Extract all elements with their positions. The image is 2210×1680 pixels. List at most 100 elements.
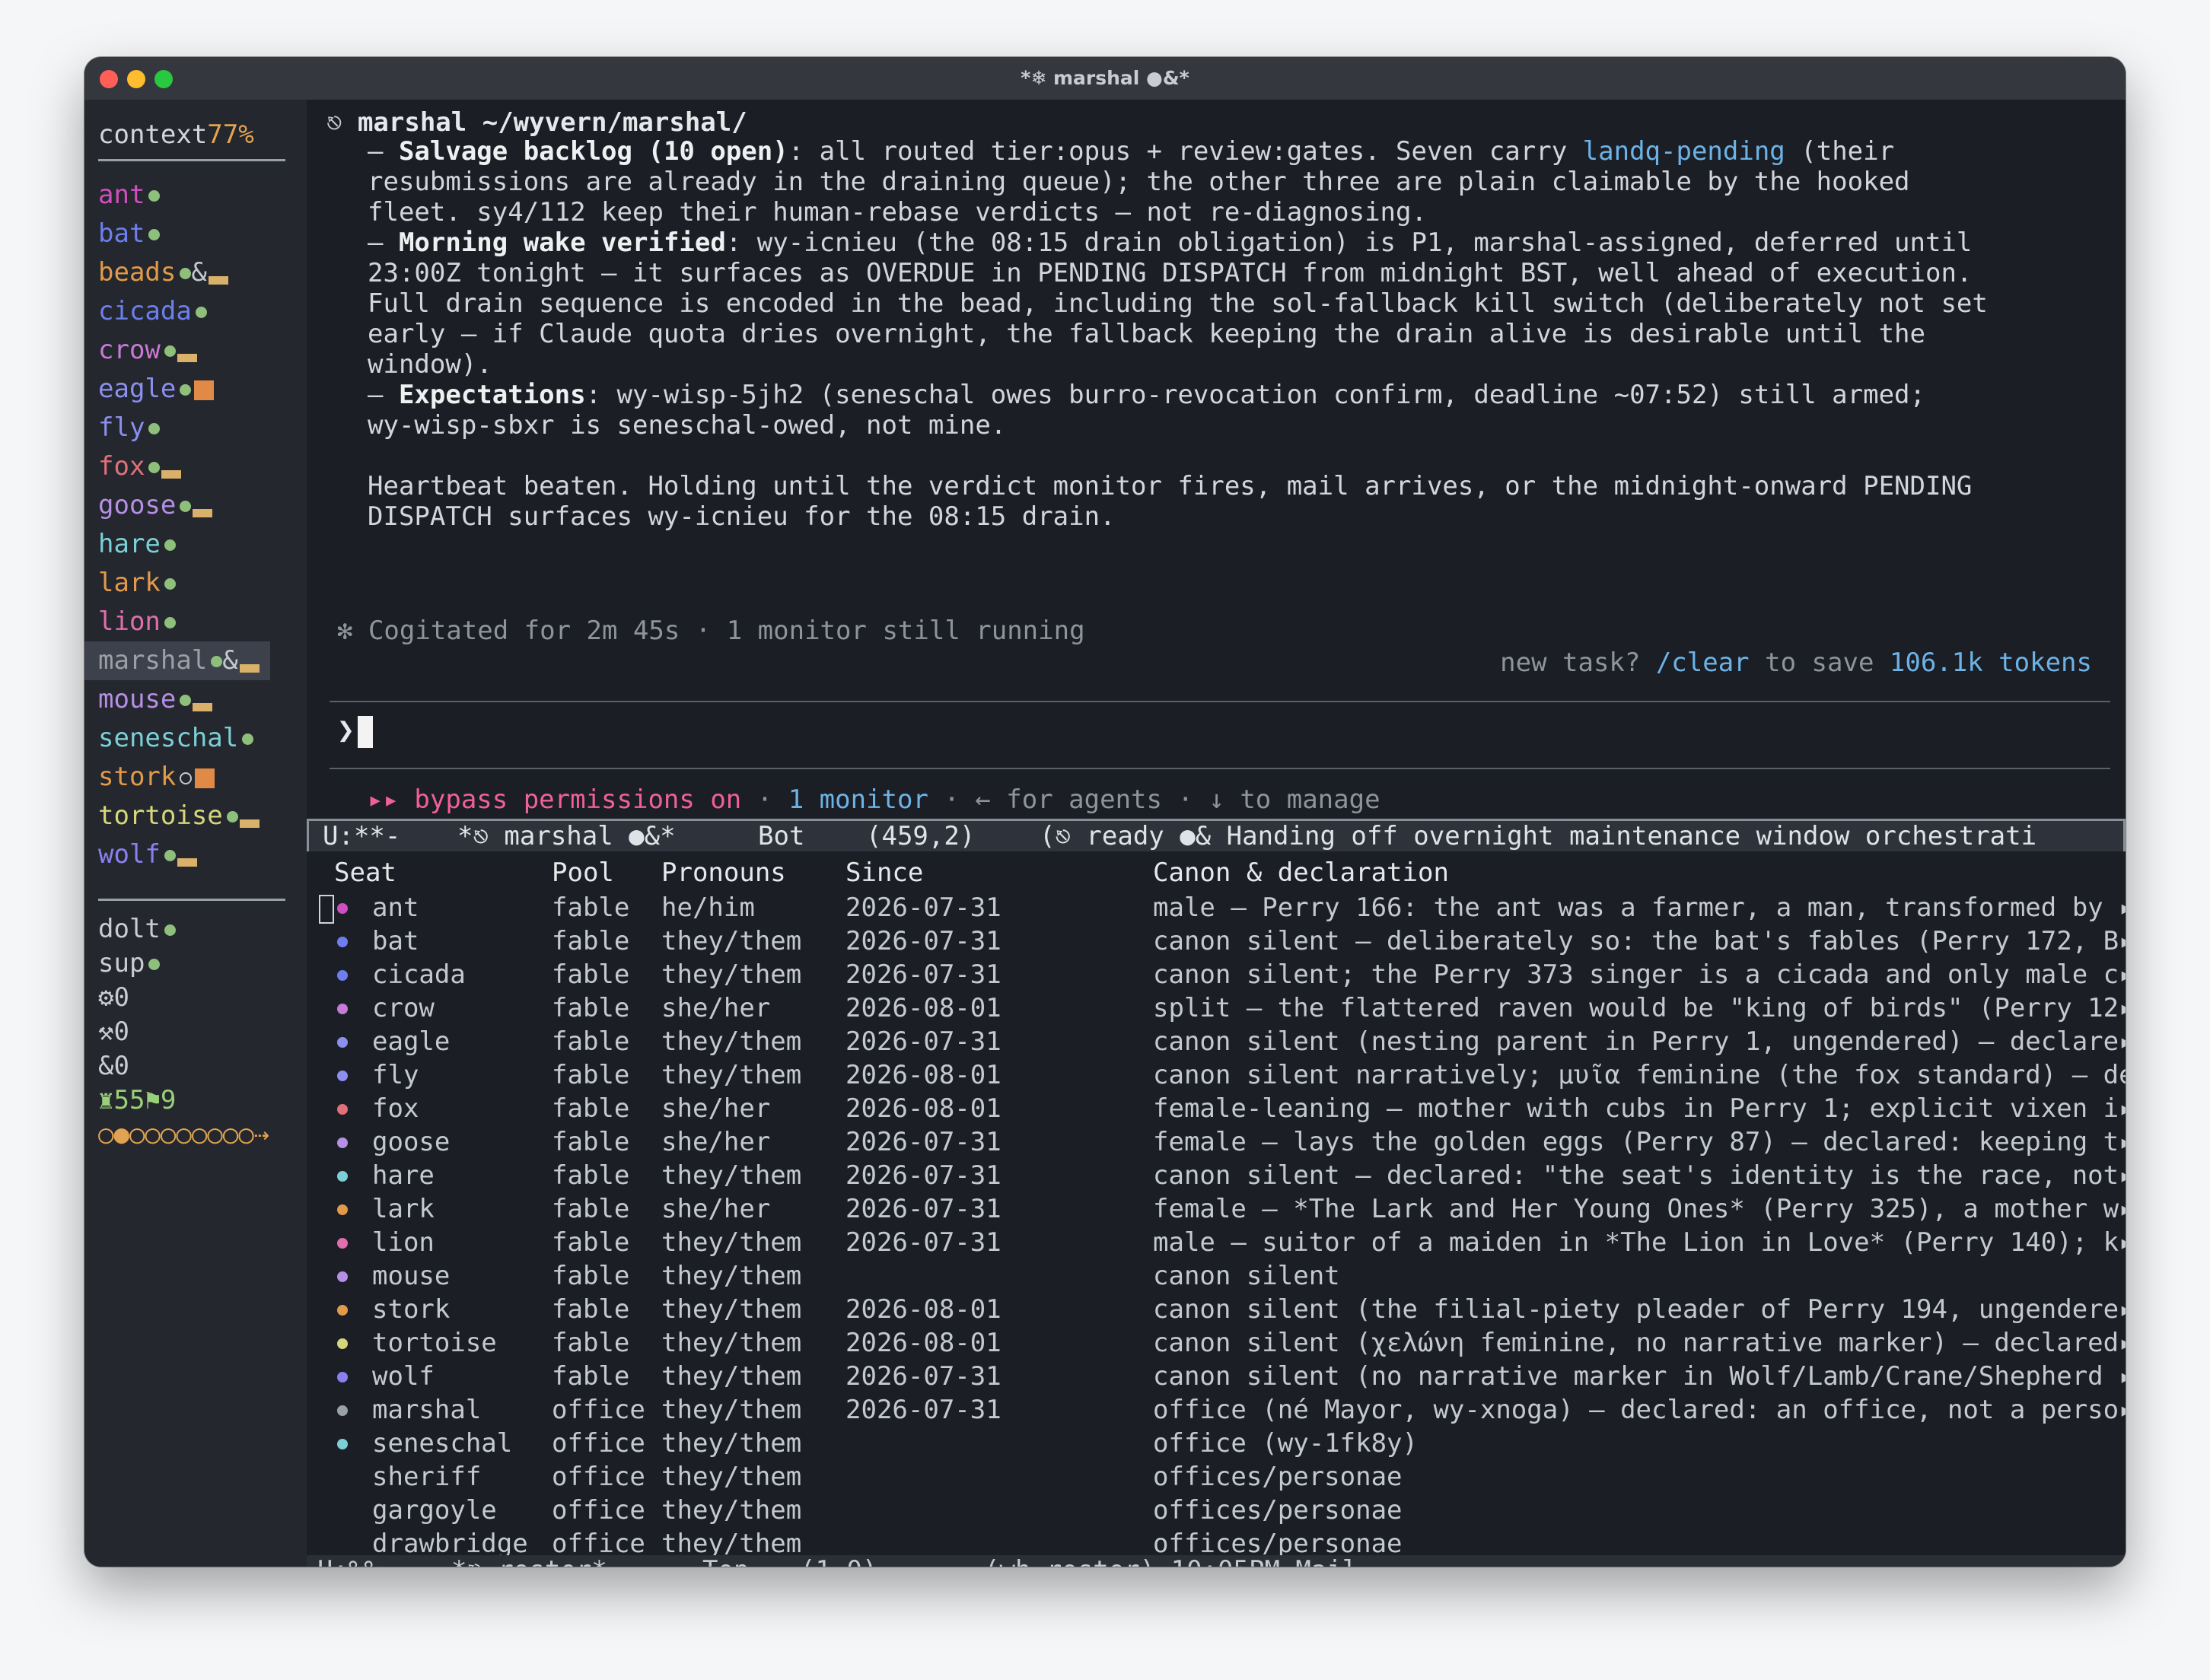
sidebar-item-fox[interactable]: fox [98, 447, 304, 486]
table-row[interactable]: sheriff office they/them offices/personae [307, 1460, 2126, 1494]
cell-seat: mouse [372, 1261, 451, 1291]
activity-bar-icon [239, 819, 260, 828]
cell-since: 2026-08-01 [845, 1093, 1002, 1124]
service-item[interactable]: dolt [98, 912, 304, 947]
session-dir: ~/wyvern/marshal/ [482, 107, 747, 138]
seat-color-icon [337, 1338, 348, 1349]
table-row[interactable]: seneschal office they/them office (wy-1fk8y… [307, 1427, 2126, 1460]
service-item[interactable]: ⚙0 [98, 981, 304, 1015]
sidebar-item-ant[interactable]: ant [98, 176, 304, 215]
service-item[interactable]: ⚒0 [98, 1015, 304, 1049]
sidebar-item-label: seneschal [98, 723, 239, 753]
sidebar-item-tortoise[interactable]: tortoise [98, 797, 304, 835]
column-pronouns[interactable]: Pronouns [661, 858, 786, 888]
cell-seat: wolf [372, 1361, 435, 1392]
sidebar-item-label: lion [98, 606, 161, 637]
cell-since: 2026-07-31 [845, 926, 1002, 956]
prompt-divider [330, 701, 2110, 702]
sidebar-divider [98, 159, 285, 161]
cell-pool: fable [552, 1093, 630, 1124]
table-row[interactable]: crow fable she/her 2026-08-01 split — the fl… [307, 991, 2126, 1025]
sidebar-item-lark[interactable]: lark [98, 564, 304, 603]
table-row[interactable]: cicada fable they/them 2026-07-31 canon sile… [307, 958, 2126, 991]
cell-pool: fable [552, 1328, 630, 1358]
sidebar-item-hare[interactable]: hare [98, 525, 304, 564]
seat-color-icon [337, 1204, 348, 1215]
sidebar-item-mouse[interactable]: mouse [98, 680, 304, 719]
table-row[interactable]: lion fable they/them 2026-07-31 male — suito… [307, 1226, 2126, 1259]
cell-since: 2026-08-01 [845, 1328, 1002, 1358]
sidebar-item-wolf[interactable]: wolf [98, 835, 304, 874]
sidebar-item-label: hare [98, 529, 161, 559]
sidebar-item-marshal[interactable]: marshal & [84, 641, 270, 680]
table-row[interactable]: gargoyle office they/them offices/personae [307, 1494, 2126, 1527]
sidebar-item-fly[interactable]: fly [98, 409, 304, 447]
table-row[interactable]: marshal office they/them 2026-07-31 office (… [307, 1393, 2126, 1427]
monitor-count[interactable]: 1 monitor [788, 784, 928, 815]
column-pool[interactable]: Pool [552, 858, 614, 888]
service-item[interactable]: sup [98, 947, 304, 981]
cell-pool: fable [552, 959, 630, 990]
sidebar-item-label: mouse [98, 684, 177, 714]
cell-pronouns: they/them [661, 1395, 802, 1425]
sidebar-item-bat[interactable]: bat [98, 215, 304, 253]
sidebar-item-eagle[interactable]: eagle [98, 370, 304, 409]
table-row[interactable]: wolf fable they/them 2026-07-31 canon silent… [307, 1360, 2126, 1393]
table-row[interactable]: bat fable they/them 2026-07-31 canon silent … [307, 924, 2126, 958]
sidebar-item-seneschal[interactable]: seneschal [98, 719, 304, 758]
cell-since: 2026-07-31 [845, 1194, 1002, 1224]
service-item[interactable]: &0 [98, 1049, 304, 1083]
table-row[interactable]: hare fable they/them 2026-07-31 canon silent… [307, 1159, 2126, 1192]
agent-sidebar: context77% ant bat beads & cicada crow eagle fl… [84, 100, 307, 1567]
sidebar-item-beads[interactable]: beads & [98, 253, 304, 292]
sidebar-item-lion[interactable]: lion [98, 603, 304, 641]
sidebar-divider [98, 899, 285, 901]
seat-color-icon [337, 1238, 348, 1249]
modeline-state: U:**- [323, 821, 401, 851]
cell-canon: split — the flattered raven would be "ki… [1153, 993, 2126, 1023]
service-label: sup [98, 948, 145, 978]
cell-pronouns: he/him [661, 892, 755, 923]
column-seat[interactable]: Seat [334, 858, 396, 888]
cell-pool: fable [552, 1127, 630, 1157]
column-since[interactable]: Since [845, 858, 923, 888]
table-row[interactable]: mouse fable they/them canon silent [307, 1259, 2126, 1293]
cell-seat: eagle [372, 1026, 451, 1057]
service-item[interactable]: ○●○○○○○○○○⇢ [98, 1118, 304, 1152]
window-title: *❄ marshal ●&* [1021, 67, 1189, 89]
bypass-permissions-toggle[interactable]: ▸▸ bypass permissions on [368, 784, 741, 815]
cell-since: 2026-07-31 [845, 1026, 1002, 1057]
prompt-input[interactable]: ❯ [337, 713, 373, 748]
sidebar-item-label: fly [98, 412, 145, 443]
table-row[interactable]: fox fable she/her 2026-08-01 female-leaning … [307, 1092, 2126, 1125]
agent-modeline: U:**- *⎋ marshal ●&* Bot (459,2) (⎋ read… [307, 819, 2126, 854]
activity-bar-icon [161, 470, 182, 479]
table-row[interactable]: goose fable she/her 2026-07-31 female — lays… [307, 1125, 2126, 1159]
cell-since: 2026-08-01 [845, 1294, 1002, 1325]
sidebar-item-crow[interactable]: crow [98, 331, 304, 370]
table-row[interactable]: fly fable they/them 2026-08-01 canon silent … [307, 1058, 2126, 1092]
column-canon[interactable]: Canon & declaration [1153, 858, 1449, 888]
service-label: &0 [98, 1051, 129, 1081]
service-item[interactable]: ♜55⚑9 [98, 1083, 304, 1118]
cell-canon: canon silent (the filial-piety pleader o… [1153, 1294, 2126, 1325]
landq-pending-link[interactable]: landq-pending [1583, 136, 1785, 167]
sidebar-item-stork[interactable]: stork [98, 758, 304, 797]
cell-seat: fly [372, 1060, 419, 1090]
modeline-mode: (⎋ ready ●& Handing off overnight mainte… [1040, 821, 2037, 851]
status-dot-icon [226, 811, 238, 822]
table-row[interactable]: ant fable he/him 2026-07-31 male — Perry 166… [307, 891, 2126, 924]
cell-seat: goose [372, 1127, 451, 1157]
table-row[interactable]: stork fable they/them 2026-08-01 canon silen… [307, 1293, 2126, 1326]
sidebar-item-label: wolf [98, 839, 161, 870]
clear-command[interactable]: /clear [1656, 648, 1750, 678]
cell-pool: fable [552, 993, 630, 1023]
seat-color-icon [337, 1138, 348, 1148]
sidebar-item-cicada[interactable]: cicada [98, 292, 304, 331]
table-row[interactable]: eagle fable they/them 2026-07-31 canon silen… [307, 1025, 2126, 1058]
sidebar-item-goose[interactable]: goose [98, 486, 304, 525]
status-dot-icon [195, 307, 207, 318]
table-row[interactable]: lark fable she/her 2026-07-31 female — *The … [307, 1192, 2126, 1226]
sidebar-item-label: bat [98, 218, 145, 249]
table-row[interactable]: tortoise fable they/them 2026-08-01 canon si… [307, 1326, 2126, 1360]
